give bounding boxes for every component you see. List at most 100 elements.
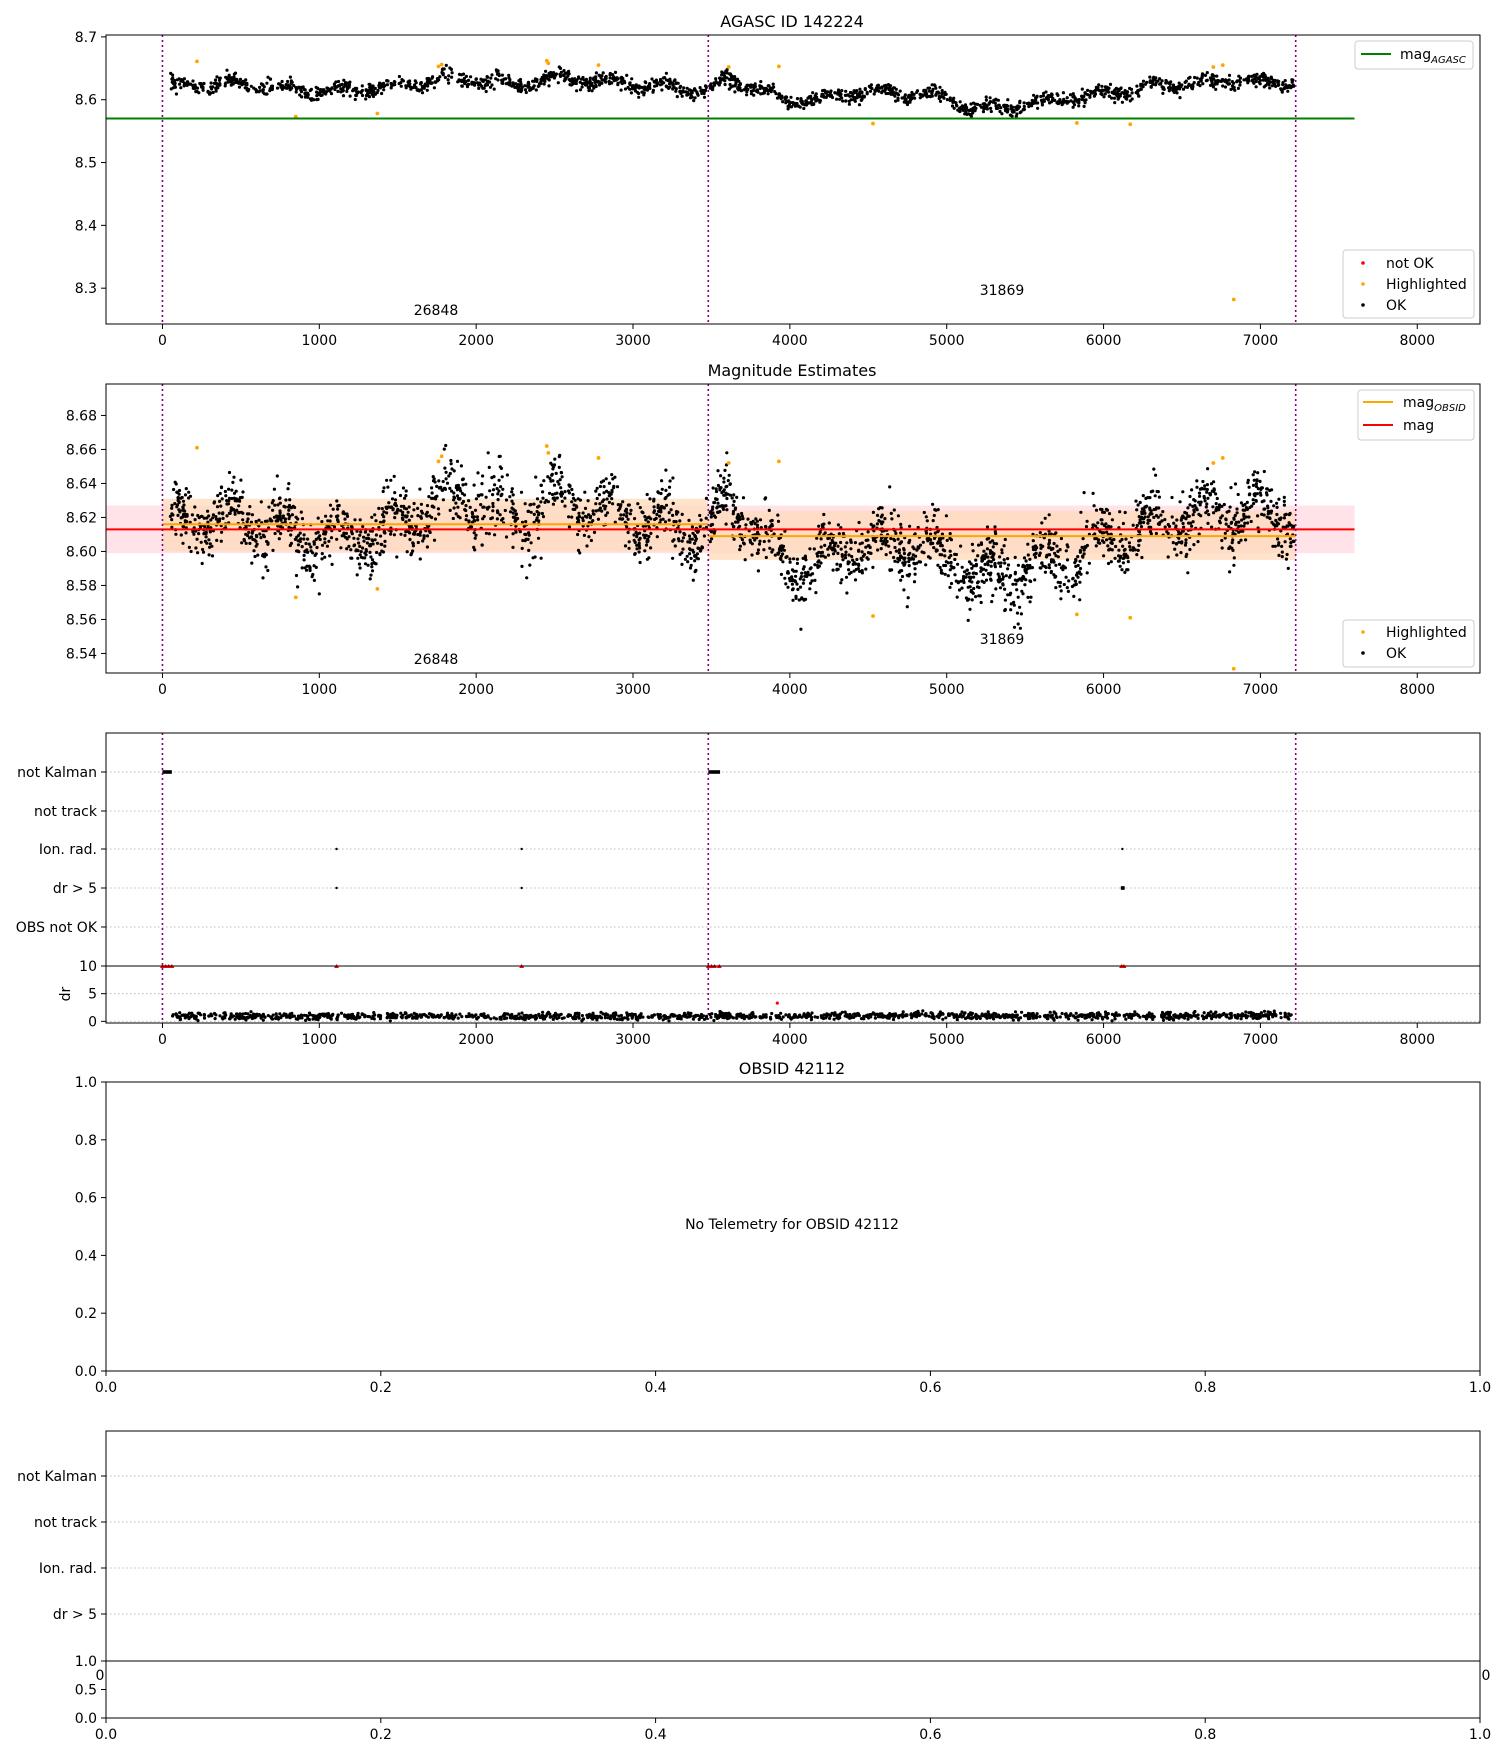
ok-point	[735, 78, 739, 83]
ok-point	[211, 90, 215, 95]
ok-point	[381, 550, 385, 554]
ok-point	[902, 551, 907, 556]
x-tick-label: 4000	[772, 333, 808, 349]
ok-point	[688, 96, 693, 100]
ok-point	[241, 490, 245, 494]
ok-point	[757, 542, 762, 546]
ok-point	[794, 574, 798, 578]
ok-point	[563, 504, 567, 508]
ok-point	[710, 537, 714, 541]
ok-point	[989, 564, 993, 568]
ok-point	[1212, 511, 1216, 515]
x-tick-label: 8000	[1399, 333, 1435, 349]
ok-point	[1266, 512, 1270, 516]
ok-point	[1291, 539, 1295, 544]
ok-point	[418, 487, 422, 491]
ok-point	[836, 88, 841, 92]
ok-point	[441, 479, 445, 484]
ok-point	[270, 501, 274, 505]
ok-point	[264, 92, 268, 96]
ok-point	[628, 512, 633, 516]
ok-point	[261, 554, 265, 558]
ok-point	[1219, 79, 1223, 83]
ok-point	[329, 536, 334, 540]
ok-point	[592, 530, 597, 535]
ok-point	[191, 79, 195, 83]
ok-point	[714, 489, 719, 494]
ok-point	[394, 504, 398, 508]
ok-point	[658, 83, 662, 87]
ok-point	[1135, 84, 1139, 88]
ok-point	[316, 530, 320, 534]
ok-point	[411, 549, 415, 553]
ok-point	[601, 71, 605, 75]
ok-point	[255, 542, 259, 546]
ok-point	[250, 513, 254, 517]
ok-point	[419, 515, 423, 519]
highlighted-point	[1128, 122, 1133, 127]
ok-point	[361, 524, 365, 529]
ok-point	[1172, 521, 1176, 525]
ok-point	[1006, 98, 1010, 102]
ok-point	[379, 542, 383, 546]
ok-point	[278, 82, 282, 86]
ok-point	[553, 498, 557, 502]
ok-point	[397, 82, 401, 86]
ok-point	[655, 535, 659, 539]
ok-point	[1033, 578, 1037, 582]
ok-point	[1235, 79, 1240, 83]
highlighted-point	[375, 586, 380, 591]
ok-point	[738, 88, 742, 92]
ok-point	[1237, 520, 1241, 524]
ok-point	[214, 89, 218, 93]
ok-point	[518, 84, 522, 88]
ok-point	[779, 572, 784, 577]
ok-point	[668, 79, 672, 83]
ok-point	[1221, 84, 1225, 88]
ok-point	[667, 510, 671, 515]
ok-point	[1130, 91, 1134, 95]
ok-point	[975, 102, 980, 106]
ok-point	[743, 558, 747, 562]
ok-point	[431, 75, 435, 79]
ok-point	[380, 84, 384, 88]
ok-point	[1188, 494, 1192, 499]
ok-point	[191, 530, 195, 534]
ok-point	[319, 93, 323, 98]
ok-point	[1283, 540, 1287, 544]
ok-point	[911, 557, 916, 561]
ok-point	[1102, 523, 1106, 528]
ok-point	[981, 110, 986, 114]
ok-point	[1175, 518, 1179, 522]
ok-point	[646, 520, 650, 524]
ok-point	[982, 107, 986, 111]
ok-point	[573, 507, 577, 511]
ok-point	[511, 532, 515, 536]
ok-point	[546, 475, 550, 479]
ok-point	[235, 508, 239, 512]
ok-point	[176, 513, 180, 518]
ok-point	[529, 502, 533, 507]
ok-point	[336, 89, 340, 93]
ok-point	[954, 552, 959, 557]
ok-point	[896, 560, 900, 564]
ok-point	[355, 573, 359, 577]
ok-point	[693, 541, 697, 546]
ok-point	[266, 568, 270, 573]
ok-point	[709, 515, 713, 519]
ok-point	[353, 543, 357, 547]
ok-point	[843, 545, 847, 549]
ok-point	[1214, 492, 1218, 496]
ok-point	[884, 541, 888, 546]
ok-point	[1154, 83, 1158, 87]
highlighted-point	[195, 445, 199, 450]
ok-point	[283, 505, 287, 509]
ok-point	[671, 539, 675, 543]
ok-point	[1126, 568, 1130, 572]
ok-point	[840, 554, 845, 559]
ok-point	[278, 501, 282, 505]
ok-point	[659, 505, 663, 509]
ok-point	[1013, 555, 1017, 560]
ok-point	[598, 506, 603, 510]
ok-point	[1277, 517, 1281, 521]
